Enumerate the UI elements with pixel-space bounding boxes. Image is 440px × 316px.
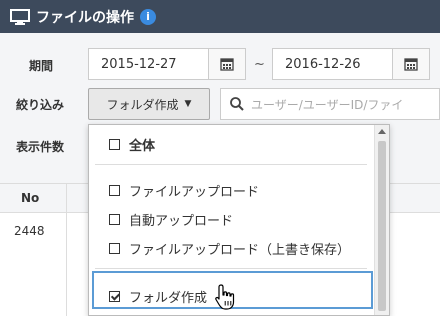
- table-row-no: 2448: [14, 224, 45, 238]
- display-count-label: 表示件数: [16, 140, 65, 154]
- menu-item-file-upload-overwrite[interactable]: ファイルアップロード（上書き保存）: [109, 239, 350, 258]
- scroll-up-icon[interactable]: [378, 129, 386, 134]
- menu-item-auto-upload[interactable]: 自動アップロード: [109, 210, 233, 229]
- info-icon[interactable]: i: [140, 8, 156, 25]
- calendar-icon[interactable]: [392, 49, 429, 79]
- menu-item-label: ファイルアップロード: [129, 185, 260, 200]
- menu-scrollbar[interactable]: [374, 125, 389, 315]
- filter-dropdown-menu: 全体 ファイルアップロード 自動アップロード ファイルアップロード（上書き保存）…: [88, 124, 390, 316]
- title-bar: ファイルの操作 i: [0, 0, 440, 33]
- checkbox[interactable]: [109, 214, 120, 225]
- column-no: No: [21, 191, 40, 205]
- date-to-field[interactable]: 2016-12-26: [272, 48, 430, 80]
- menu-divider: [95, 268, 367, 269]
- search-icon: [230, 97, 244, 111]
- filter-dropdown-label: フォルダ作成: [106, 97, 179, 112]
- search-placeholder: ユーザー/ユーザーID/ファイ: [251, 97, 404, 112]
- checkbox[interactable]: [109, 185, 120, 196]
- period-label: 期間: [29, 59, 54, 73]
- scrollbar-thumb[interactable]: [378, 141, 386, 311]
- page-title: ファイルの操作: [36, 9, 134, 26]
- filter-dropdown-button[interactable]: フォルダ作成 ▼: [88, 88, 210, 120]
- menu-item-label: ファイルアップロード（上書き保存）: [129, 243, 351, 258]
- narrow-label: 絞り込み: [16, 98, 65, 112]
- date-from-value: 2015-12-27: [101, 56, 177, 72]
- hand-pointer-icon: [215, 284, 235, 310]
- menu-divider: [95, 164, 367, 165]
- column-divider: [66, 184, 67, 316]
- menu-item-label: フォルダ作成: [129, 291, 208, 306]
- caret-down-icon: ▼: [184, 99, 192, 109]
- checkbox-checked[interactable]: [109, 291, 120, 302]
- menu-item-label: 自動アップロード: [129, 214, 234, 229]
- checkbox[interactable]: [109, 139, 120, 150]
- date-to-value: 2016-12-26: [285, 56, 361, 72]
- menu-item-all[interactable]: 全体: [109, 135, 155, 154]
- date-from-field[interactable]: 2015-12-27: [88, 48, 246, 80]
- menu-item-folder-create[interactable]: フォルダ作成: [109, 287, 207, 306]
- menu-item-file-upload[interactable]: ファイルアップロード: [109, 181, 259, 200]
- calendar-icon[interactable]: [208, 49, 245, 79]
- checkbox[interactable]: [109, 243, 120, 254]
- monitor-icon: [10, 8, 30, 25]
- range-separator: ~: [254, 57, 265, 72]
- menu-item-label: 全体: [129, 139, 156, 154]
- search-input[interactable]: ユーザー/ユーザーID/ファイ: [220, 88, 440, 120]
